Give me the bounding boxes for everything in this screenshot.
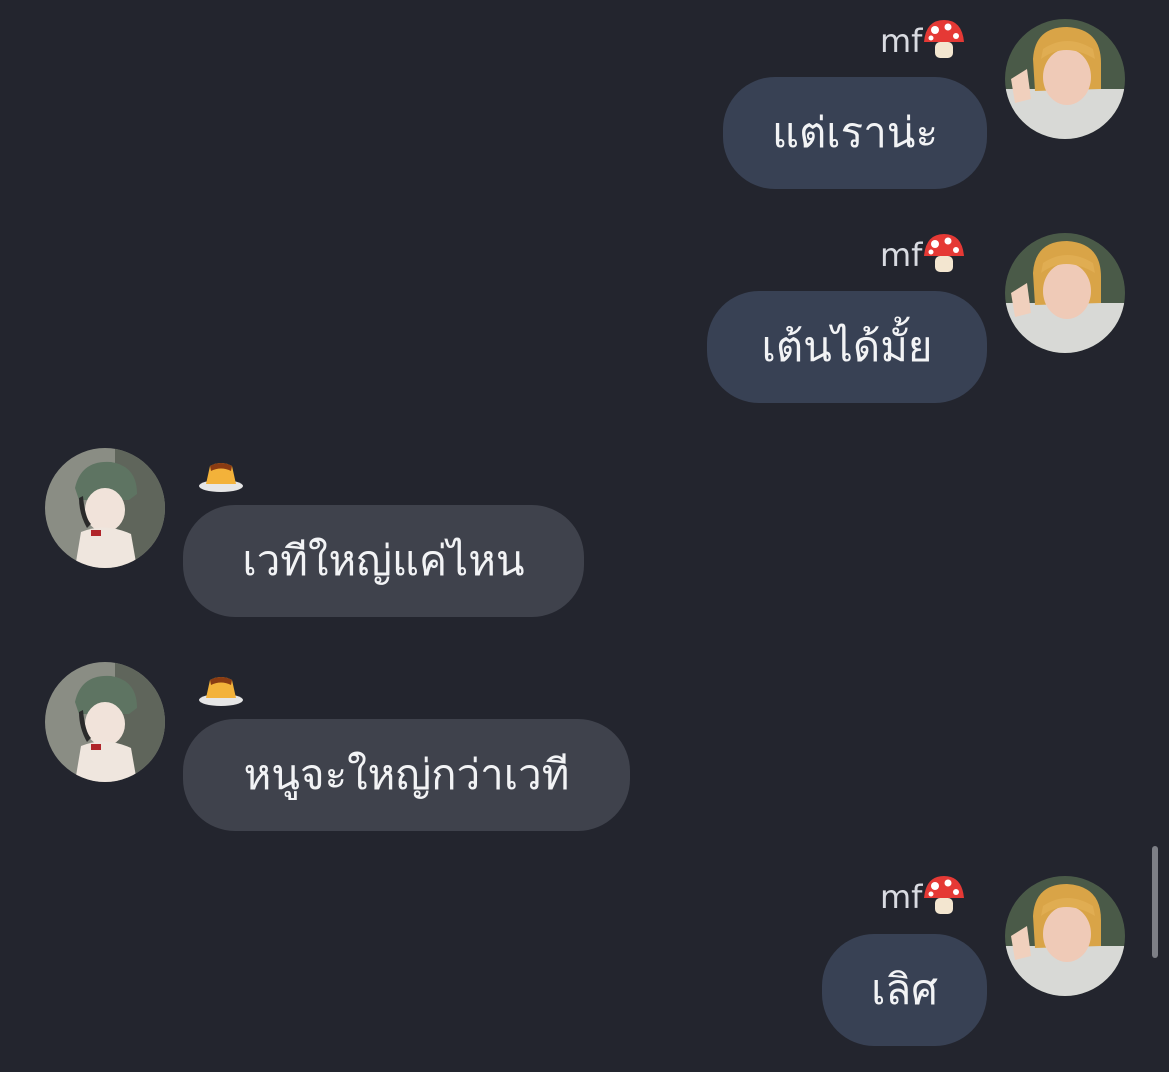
sender-name: mf [880, 232, 966, 282]
pudding-icon [198, 456, 244, 500]
message-bubble[interactable]: แต่เราน่ะ [723, 77, 987, 189]
avatar[interactable] [1005, 19, 1125, 139]
message-bubble[interactable]: เต้นได้มั้ย [707, 291, 987, 403]
sender-name: mf [880, 18, 966, 68]
mushroom-icon [922, 18, 966, 68]
mushroom-icon [922, 232, 966, 282]
sender-name [198, 456, 244, 500]
chat-thread: mf แต่เราน่ะ mf เต้นได้มั้ย เวทีใหญ่แค่ไ… [0, 0, 1169, 1072]
pudding-icon [198, 670, 244, 714]
mushroom-icon [922, 874, 966, 924]
sender-name: mf [880, 874, 966, 924]
avatar[interactable] [45, 662, 165, 782]
message-bubble[interactable]: หนูจะใหญ่กว่าเวที [183, 719, 630, 831]
avatar[interactable] [1005, 233, 1125, 353]
scrollbar[interactable] [1152, 846, 1158, 958]
avatar[interactable] [1005, 876, 1125, 996]
avatar[interactable] [45, 448, 165, 568]
message-bubble[interactable]: เลิศ [822, 934, 987, 1046]
sender-name [198, 670, 244, 714]
message-bubble[interactable]: เวทีใหญ่แค่ไหน [183, 505, 584, 617]
